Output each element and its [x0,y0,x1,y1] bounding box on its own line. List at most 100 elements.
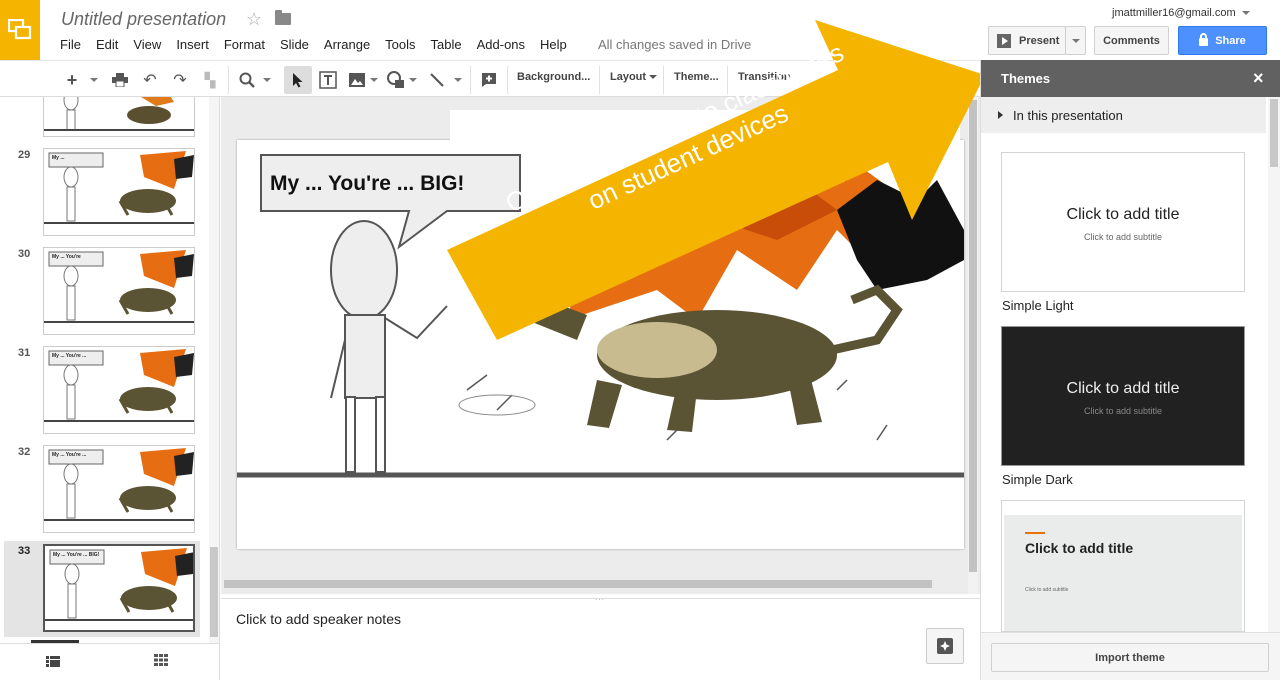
filmstrip-scrollbar-thumb[interactable] [210,547,218,637]
chevron-down-icon [454,78,462,82]
slide-thumbnail-29[interactable]: My ... [43,148,195,236]
chevron-down-icon [409,78,417,82]
line-icon[interactable] [427,69,447,91]
thumbnail-bubble-text: My ... You're ... [52,353,87,359]
lock-icon [1199,32,1209,46]
theme-preview-title: Click to add title [1025,540,1134,556]
theme-streamline[interactable]: Click to add title Click to add subtitle [1001,500,1245,632]
zoom-dropdown[interactable] [261,69,273,91]
insert-image-icon[interactable] [347,69,367,91]
theme-button[interactable]: Theme... [674,71,719,83]
undo-icon[interactable]: ↶ [140,69,160,91]
menu-addons[interactable]: Add-ons [477,37,525,52]
theme-simple-light[interactable]: Click to add title Click to add subtitle [1001,152,1245,292]
thumbnail-bubble-text: My ... You're ... [52,452,87,458]
speaker-notes-placeholder[interactable]: Click to add speaker notes [236,611,401,627]
account-email[interactable]: jmattmiller16@gmail.com [1112,7,1250,19]
speaker-notes[interactable]: ... Click to add speaker notes [221,593,980,680]
close-icon[interactable]: × [1253,68,1264,89]
menu-insert[interactable]: Insert [176,37,209,52]
add-comment-icon[interactable] [478,69,500,91]
menu-edit[interactable]: Edit [96,37,118,52]
background-button[interactable]: Background... [517,71,590,83]
chevron-down-icon [1241,11,1250,16]
account-email-text: jmattmiller16@gmail.com [1112,7,1236,19]
save-status: All changes saved in Drive [598,37,752,52]
canvas-horizontal-scrollbar-thumb[interactable] [224,580,932,588]
slide-thumbnail-30[interactable]: My ... You're [43,247,195,335]
star-icon[interactable]: ☆ [246,9,262,30]
theme-accent-line [1025,532,1045,534]
zoom-icon[interactable] [237,69,257,91]
menu-arrange[interactable]: Arrange [324,37,370,52]
chevron-down-icon [1071,38,1080,43]
menu-help[interactable]: Help [540,37,567,52]
print-icon[interactable] [110,69,130,91]
chevron-down-icon [370,78,378,82]
themes-panel-title: Themes [1001,71,1051,86]
theme-section-header[interactable]: In this presentation [981,97,1266,133]
folder-icon[interactable] [275,10,291,25]
import-theme-button[interactable]: Import theme [991,643,1269,672]
app-header: Untitled presentation ☆ File Edit View I… [0,0,1280,60]
slide-thumbnail-32[interactable]: My ... You're ... [43,445,195,533]
slide-filmstrip: 29 My ... 30 My ... You're 31 My ... You… [0,97,220,680]
theme-preview-subtitle: Click to add subtitle [1083,406,1163,416]
line-dropdown[interactable] [453,69,463,91]
slide-number: 32 [18,446,31,458]
menu-view[interactable]: View [133,37,161,52]
slides-logo-icon [8,19,32,40]
explore-sparkle-icon [937,638,953,654]
play-icon [997,33,1011,48]
present-button[interactable]: Present [988,26,1066,55]
slide-number: 30 [18,248,31,260]
theme-section-label: In this presentation [1013,108,1123,123]
layout-label: Layout [610,71,647,83]
filmstrip-view-icon[interactable] [46,655,60,670]
new-slide-plus-icon[interactable]: + [61,69,83,91]
redo-icon[interactable]: ↷ [170,69,190,91]
dragon-comic-thumbnail [44,448,194,521]
slides-logo[interactable] [0,0,40,60]
menu-file[interactable]: File [60,37,81,52]
select-cursor-icon[interactable] [284,66,312,94]
slide-thumbnail-33[interactable]: My ... You're ... BIG! [43,544,195,632]
active-view-indicator [31,640,79,643]
theme-preview-subtitle: Click to add subtitle [1083,232,1163,242]
paint-format-icon[interactable]: ▚ [200,69,220,91]
expand-triangle-icon [998,111,1003,119]
theme-preview-subtitle: Click to add subtitle [1025,587,1069,593]
present-options-button[interactable] [1065,26,1086,55]
new-slide-dropdown[interactable] [87,69,101,91]
thumbnail-bubble-text: My ... [52,155,65,161]
dragon-comic-thumbnail [44,97,194,131]
menu-slide[interactable]: Slide [280,37,309,52]
menu-table[interactable]: Table [431,37,462,52]
slide-thumbnail-28[interactable] [43,97,195,137]
theme-name: Simple Light [1002,298,1074,313]
menu-tools[interactable]: Tools [385,37,415,52]
chevron-down-icon [90,78,98,82]
speech-bubble-text[interactable]: My ... You're ... BIG! [270,172,464,196]
comments-button[interactable]: Comments [1094,26,1169,55]
document-title[interactable]: Untitled presentation [61,9,226,30]
theme-preview-title: Click to add title [1066,380,1180,397]
grid-view-icon[interactable] [154,654,168,669]
shape-dropdown[interactable] [408,69,418,91]
slide-number: 29 [18,149,31,161]
slide-thumbnail-31[interactable]: My ... You're ... [43,346,195,434]
dragon-comic-thumbnail [45,548,193,621]
thumbnail-bubble-text: My ... You're ... BIG! [53,552,100,558]
image-dropdown[interactable] [369,69,379,91]
shape-icon[interactable] [385,69,407,91]
themes-scrollbar-thumb[interactable] [1270,99,1278,167]
canvas-scrollbar-thumb[interactable] [969,100,977,572]
explore-button[interactable] [926,628,964,664]
share-button[interactable]: Share [1178,26,1267,55]
dragon-comic-thumbnail [44,151,194,224]
menu-format[interactable]: Format [224,37,265,52]
theme-simple-dark[interactable]: Click to add title Click to add subtitle [1001,326,1245,466]
layout-button[interactable]: Layout [610,71,658,83]
text-box-icon[interactable] [317,69,339,91]
resize-handle-icon[interactable]: ... [510,593,690,602]
